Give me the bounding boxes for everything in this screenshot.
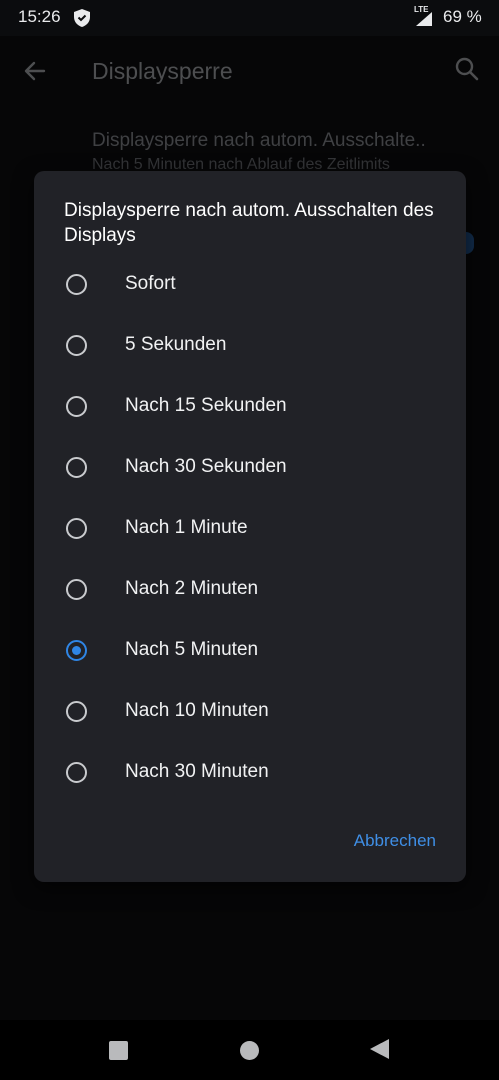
- radio-button[interactable]: [66, 396, 87, 417]
- option-15-sekunden[interactable]: Nach 15 Sekunden: [34, 378, 466, 439]
- cancel-button[interactable]: Abbrechen: [354, 831, 436, 851]
- shield-icon: [74, 9, 90, 27]
- option-label: Nach 30 Sekunden: [125, 456, 287, 477]
- option-10-minuten[interactable]: Nach 10 Minuten: [34, 683, 466, 744]
- option-label: Nach 2 Minuten: [125, 578, 259, 599]
- back-icon[interactable]: [370, 1039, 389, 1059]
- home-icon[interactable]: [240, 1041, 259, 1060]
- option-label: 5 Sekunden: [125, 334, 227, 355]
- status-time: 15:26: [18, 7, 61, 26]
- option-30-sekunden[interactable]: Nach 30 Sekunden: [34, 439, 466, 500]
- navigation-bar: [0, 1020, 499, 1080]
- option-label: Nach 10 Minuten: [125, 700, 269, 721]
- radio-button[interactable]: [66, 518, 87, 539]
- option-label: Nach 5 Minuten: [125, 639, 259, 660]
- option-5-minuten[interactable]: Nach 5 Minuten: [34, 622, 466, 683]
- option-1-minute[interactable]: Nach 1 Minute: [34, 500, 466, 561]
- radio-button[interactable]: [66, 457, 87, 478]
- selection-dialog: Displaysperre nach autom. Ausschalten de…: [34, 171, 466, 882]
- option-label: Nach 1 Minute: [125, 517, 248, 538]
- option-sofort[interactable]: Sofort: [34, 256, 466, 317]
- option-30-minuten[interactable]: Nach 30 Minuten: [34, 744, 466, 805]
- option-label: Nach 30 Minuten: [125, 761, 269, 782]
- option-label: Sofort: [125, 273, 176, 294]
- option-5-sekunden[interactable]: 5 Sekunden: [34, 317, 466, 378]
- radio-button[interactable]: [66, 274, 87, 295]
- option-label: Nach 15 Sekunden: [125, 395, 287, 416]
- radio-button[interactable]: [66, 335, 87, 356]
- radio-button[interactable]: [66, 762, 87, 783]
- radio-button[interactable]: [66, 579, 87, 600]
- radio-button[interactable]: [66, 701, 87, 722]
- status-bar: 15:26 LTE 69 %: [0, 0, 499, 36]
- option-2-minuten[interactable]: Nach 2 Minuten: [34, 561, 466, 622]
- radio-button-selected[interactable]: [66, 640, 87, 661]
- recents-icon[interactable]: [109, 1041, 128, 1060]
- battery-level: 69 %: [443, 7, 482, 26]
- signal-icon: [416, 12, 432, 26]
- dialog-title: Displaysperre nach autom. Ausschalten de…: [64, 200, 434, 246]
